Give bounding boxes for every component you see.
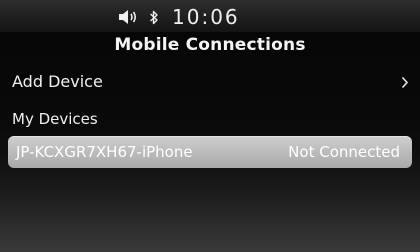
device-connection-status: Not Connected [288, 143, 400, 161]
add-device-label: Add Device [12, 72, 103, 91]
speaker-volume-icon [119, 10, 137, 24]
device-list-item[interactable]: JP-KCXGR7XH67-iPhone Not Connected [8, 136, 412, 168]
chevron-right-icon [401, 76, 409, 89]
status-bar: 10:06 [0, 0, 420, 32]
mobile-connections-screen: 10:06 Mobile Connections Add Device My D… [0, 0, 420, 252]
add-device-item[interactable]: Add Device [0, 66, 420, 100]
page-title: Mobile Connections [114, 35, 306, 55]
my-devices-header: My Devices [12, 110, 98, 128]
bluetooth-icon [150, 10, 158, 24]
status-icons-group: 10:06 [118, 6, 240, 28]
clock: 10:06 [172, 5, 240, 29]
device-name: JP-KCXGR7XH67-iPhone [16, 143, 193, 161]
